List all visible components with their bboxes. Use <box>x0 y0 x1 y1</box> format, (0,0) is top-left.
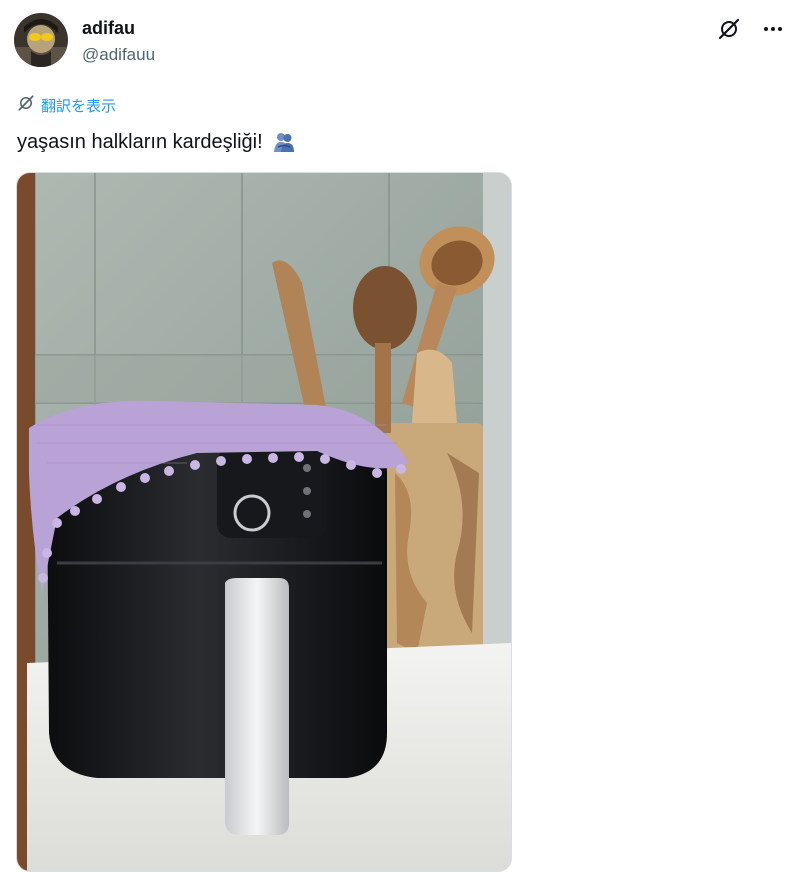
avatar[interactable] <box>14 13 68 67</box>
people-hugging-emoji <box>272 130 296 154</box>
grok-icon[interactable] <box>716 16 742 42</box>
tweet-text: yaşasın halkların kardeşliği! <box>17 128 296 156</box>
tweet-header-actions <box>716 16 786 42</box>
tweet-body: yaşasın halkların kardeşliği! <box>17 131 263 153</box>
translate-icon <box>17 94 35 117</box>
username-handle[interactable]: @adifauu <box>82 44 155 66</box>
show-translation-label: 翻訳を表示 <box>41 96 117 115</box>
display-name[interactable]: adifau <box>82 17 135 39</box>
tweet-photo[interactable] <box>16 172 512 872</box>
more-icon[interactable] <box>760 16 786 42</box>
show-translation-link[interactable]: 翻訳を表示 <box>17 94 116 117</box>
